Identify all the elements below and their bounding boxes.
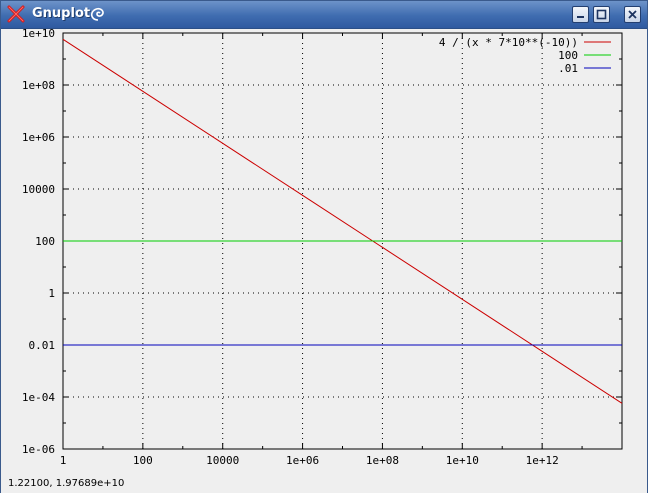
legend-label-1: 4 / (x * 7*10**(-10))	[439, 36, 578, 49]
y-tick-label: 100	[35, 235, 55, 248]
x-tick-label: 1e+10	[446, 454, 479, 467]
x-icon	[7, 5, 25, 23]
y-tick-label: 1e+06	[22, 131, 55, 144]
x-tick-label: 1e+06	[286, 454, 319, 467]
maximize-button[interactable]	[593, 6, 610, 23]
y-tick-label: 0.01	[29, 339, 56, 352]
y-tick-label: 1e+10	[22, 29, 55, 40]
x-tick-label: 100	[133, 454, 153, 467]
maximize-icon	[596, 9, 607, 20]
minimize-icon	[577, 16, 584, 18]
y-tick-label: 1e-06	[22, 443, 55, 456]
log-log-chart[interactable]: 1 100 10000 1e+06 1e+08 1e+10 1e+12 1e-06 1e-04 0…	[1, 27, 647, 474]
x-tick-label: 1e+08	[366, 454, 399, 467]
y-tick-label: 1e+08	[22, 79, 55, 92]
title-bar[interactable]: Gnuplot	[1, 1, 647, 29]
legend-label-3: .01	[558, 62, 578, 75]
series-line-1	[62, 38, 623, 404]
close-button[interactable]	[624, 6, 641, 23]
y-tick-label: 10000	[22, 183, 55, 196]
mouse-coordinates: 1.22100, 1.97689e+10	[8, 478, 125, 489]
x-tick-label: 10000	[206, 454, 239, 467]
y-tick-label: 1	[48, 287, 55, 300]
x-tick-label: 1e+12	[526, 454, 559, 467]
minimize-button[interactable]	[572, 6, 589, 23]
close-icon	[628, 10, 637, 19]
swirl-icon	[90, 7, 104, 21]
plot-area[interactable]: 1 100 10000 1e+06 1e+08 1e+10 1e+12 1e-06 1e-04 0…	[1, 27, 647, 474]
y-tick-label: 1e-04	[22, 391, 55, 404]
status-bar: 1.22100, 1.97689e+10	[1, 475, 647, 493]
x-tick-label: 1	[60, 454, 67, 467]
legend-label-2: 100	[558, 49, 578, 62]
gnuplot-window: Gnuplot 1 100 10000 1e+06 1e+08 1e+10 1e+12 1e-…	[0, 0, 648, 493]
window-title: Gnuplot	[32, 6, 91, 21]
